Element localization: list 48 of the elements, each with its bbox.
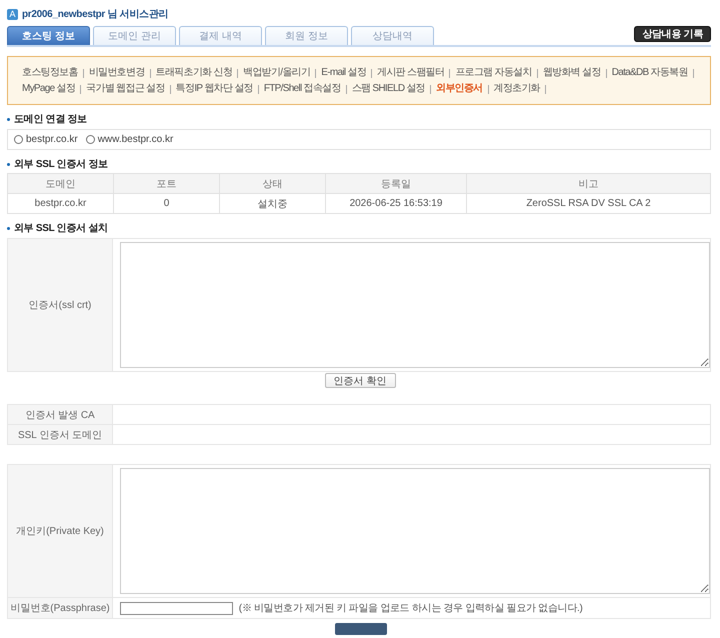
menu-link[interactable]: 트래픽초기화 신청 [156,65,232,81]
column-header: 상태 [220,174,326,194]
section-heading: 외부 SSL 인증서 설치 [14,222,108,235]
column-header: 도메인 [8,174,114,194]
field-label: 개인키(Private Key) [8,464,112,598]
menu-link[interactable]: 국가별 웹접근 설정 [86,81,165,97]
bullet-icon [7,226,10,230]
record-button[interactable]: 상담내용 기록 [634,26,711,42]
menu-link[interactable]: E-mail 설정 [321,65,366,81]
app-badge: A [7,8,18,20]
menu-link[interactable]: 호스팅정보홈 [22,65,78,81]
verify-button[interactable]: 인증서 확인 [324,373,396,388]
menu-link[interactable]: 백업받기/올리기 [243,65,310,81]
menu-link[interactable]: MyPage 설정 [22,81,76,97]
radio-button[interactable] [14,135,23,144]
field-label: 인증서(ssl crt) [8,238,112,372]
table-cell: bestpr.co.kr [8,194,114,214]
field-label: 인증서 발생 CA [8,404,112,424]
column-header: 비고 [466,174,710,194]
radio-label[interactable]: www.bestpr.co.kr [98,134,174,145]
menu-link[interactable]: 특정IP 웹차단 설정 [176,81,253,97]
menu-link[interactable]: FTP/Shell 접속설정 [264,81,341,97]
menu-link[interactable]: 웹방화벽 설정 [542,65,601,81]
bullet-icon [7,118,10,120]
passphrase-field[interactable] [120,602,233,614]
table-cell: 0 [114,194,220,214]
table-cell: 2026-06-25 16:53:19 [326,194,466,214]
page-title: pr2006_newbestpr 님 서비스관리 [22,8,168,21]
column-header: 등록일 [326,174,466,194]
radio-label[interactable]: bestpr.co.kr [26,134,78,145]
section-heading: 도메인 연결 정보 [14,113,87,126]
menu-link[interactable]: 스팸 SHIELD 설정 [352,81,426,97]
menu-link[interactable]: 게시판 스팸필터 [377,65,444,81]
menu-link[interactable]: 프로그램 자동설치 [455,65,532,81]
radio-button[interactable] [86,135,95,144]
menu-link[interactable]: 계정초기화 [494,81,540,97]
passphrase-note: (※ 비밀번호가 제거된 키 파일을 업로드 하시는 경우 입력하실 필요가 없습니다.) [238,603,583,614]
table-cell: 설치중 [220,194,326,214]
menu-link[interactable]: 비밀번호변경 [88,65,145,81]
menu-link[interactable]: 외부인증서 [436,81,483,97]
menu-link[interactable]: Data&DB 자동복원 [612,65,688,81]
table-cell: ZeroSSL RSA DV SSL CA 2 [466,194,710,214]
bullet-icon [7,162,10,166]
tab[interactable]: 호스팅 정보 [7,26,90,45]
section-heading: 외부 SSL 인증서 정보 [14,158,108,171]
column-header: 포트 [114,174,220,194]
field-label: SSL 인증서 도메인 [8,424,112,444]
field-label: 비밀번호(Passphrase) [8,598,112,618]
